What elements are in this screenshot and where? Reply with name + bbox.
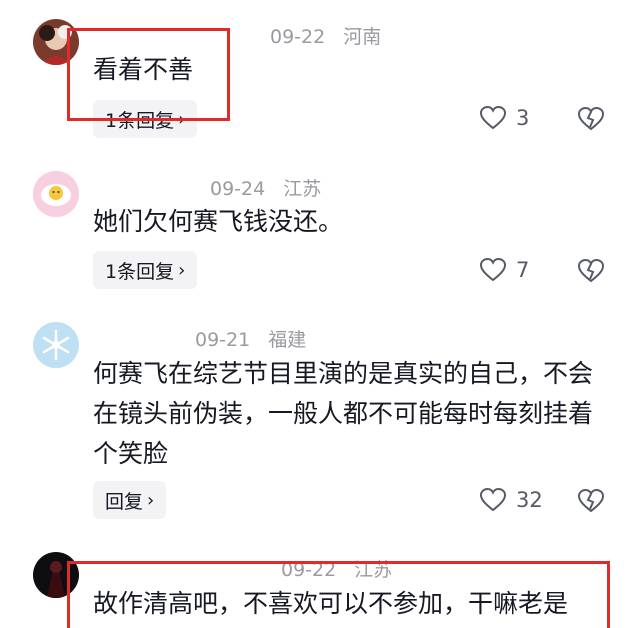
heart-icon	[480, 488, 506, 512]
reply-label: 回复	[105, 490, 144, 513]
comment-date: 09-21	[195, 329, 251, 351]
chevron-right-icon: ›	[178, 259, 186, 281]
comment-location: 福建	[268, 329, 307, 351]
heart-icon	[480, 106, 506, 130]
comment-location: 江苏	[283, 178, 322, 200]
view-replies-button[interactable]: 1条回复 ›	[93, 251, 198, 289]
broken-heart-icon	[577, 258, 605, 283]
like-count: 3	[516, 106, 530, 130]
like-button[interactable]: 3	[480, 106, 529, 130]
reply-button[interactable]: 回复 ›	[93, 481, 167, 519]
egg-avatar-icon	[33, 171, 79, 217]
broken-heart-icon	[577, 106, 605, 131]
highlight-box	[67, 561, 610, 628]
avatar[interactable]	[33, 171, 79, 217]
reply-label: 1条回复	[105, 260, 175, 283]
comment-date: 09-24	[210, 178, 266, 200]
like-button[interactable]: 7	[480, 258, 529, 282]
avatar[interactable]	[33, 322, 79, 368]
broken-heart-icon	[577, 488, 605, 513]
dislike-button[interactable]	[577, 488, 605, 517]
highlight-box	[67, 28, 230, 121]
comment-location: 河南	[343, 26, 382, 48]
like-count: 32	[516, 488, 543, 512]
like-count: 7	[516, 258, 530, 282]
comment-text: 何赛飞在综艺节目里演的是真实的自己，不会在镜头前伪装，一般人都不可能每时每刻挂着…	[93, 359, 594, 468]
like-button[interactable]: 32	[480, 488, 543, 512]
dislike-button[interactable]	[577, 258, 605, 287]
comment-meta: 09-21 福建	[95, 325, 306, 352]
dislike-button[interactable]	[577, 106, 605, 135]
snowflake-avatar-icon	[33, 322, 79, 368]
heart-icon	[480, 258, 506, 282]
comment-date: 09-22	[270, 26, 326, 48]
chevron-right-icon: ›	[147, 489, 155, 511]
comment-meta: 09-24 江苏	[95, 174, 321, 201]
comment-text: 她们欠何赛飞钱没还。	[93, 207, 344, 236]
